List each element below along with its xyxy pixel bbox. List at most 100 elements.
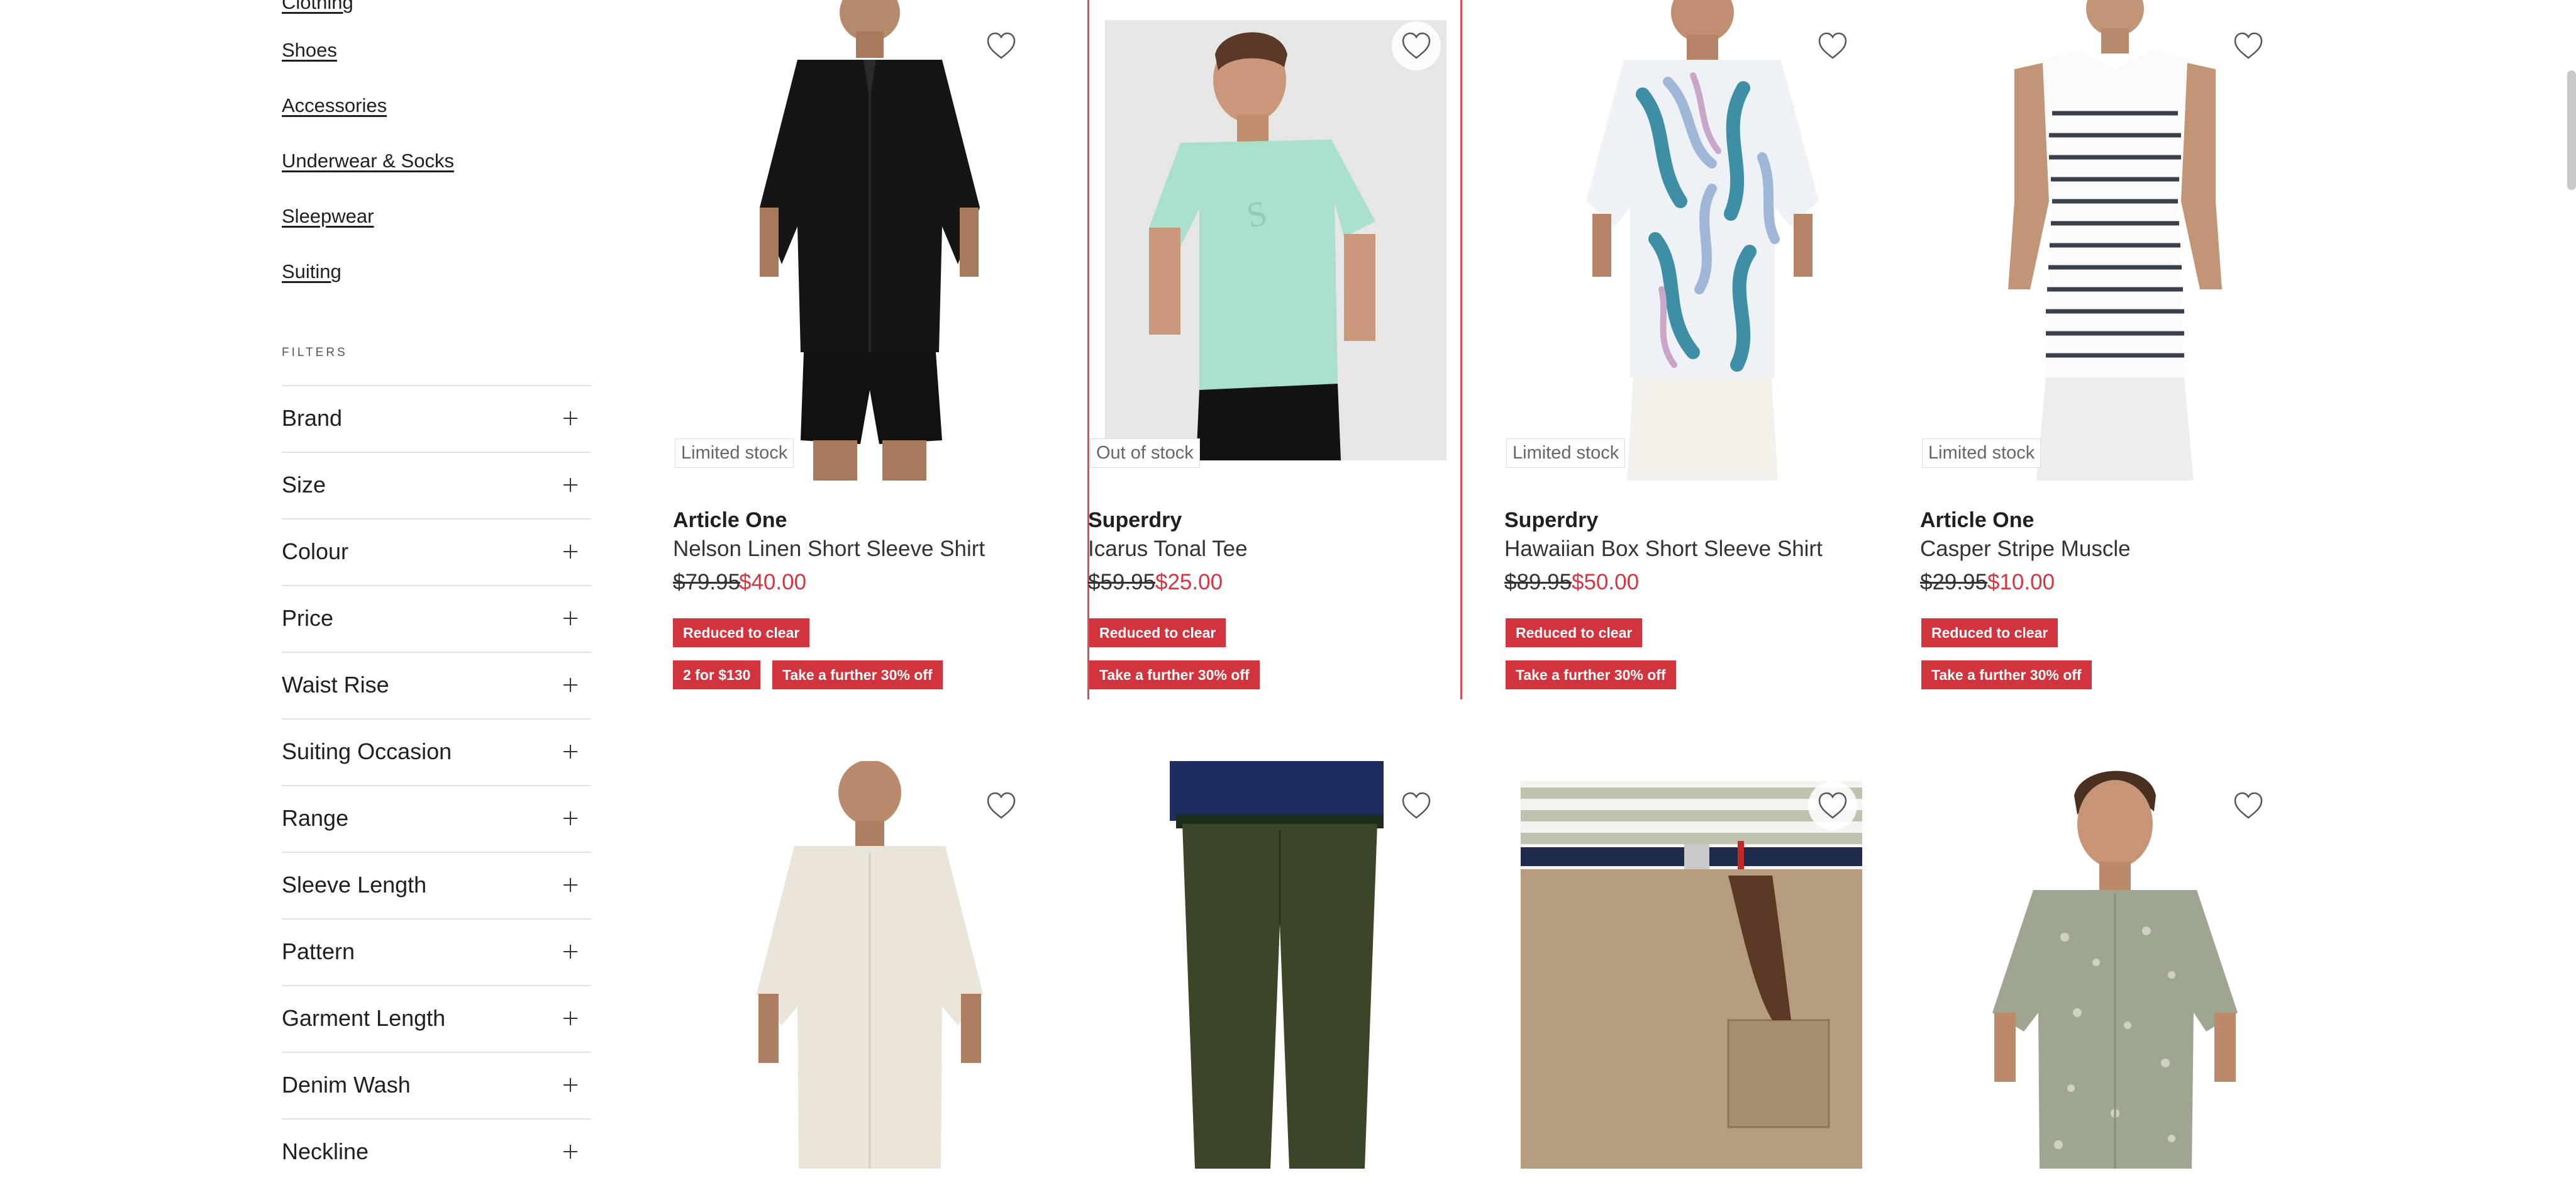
category-link-underwear-socks[interactable]: Underwear & Socks bbox=[282, 150, 454, 172]
filter-size[interactable]: Size bbox=[282, 452, 591, 518]
stock-badge: Limited stock bbox=[1506, 438, 1626, 468]
filters-heading: FILTERS bbox=[282, 346, 348, 359]
category-link-shoes[interactable]: Shoes bbox=[282, 39, 337, 62]
cargo-shorts-image bbox=[1521, 781, 1862, 1169]
wishlist-button[interactable] bbox=[977, 781, 1026, 830]
wishlist-button[interactable] bbox=[1808, 781, 1857, 830]
page-scrollbar[interactable] bbox=[2567, 70, 2576, 190]
filter-label: Size bbox=[282, 472, 326, 498]
original-price: $29.95 bbox=[1920, 570, 1988, 594]
wishlist-button[interactable] bbox=[1392, 781, 1441, 830]
mint-tee-image: S bbox=[1105, 20, 1446, 460]
product-brand: Article One bbox=[1920, 508, 2035, 532]
black-linen-shirt-image bbox=[672, 0, 1062, 481]
wishlist-button[interactable] bbox=[977, 21, 1026, 70]
wishlist-button[interactable] bbox=[1808, 21, 1857, 70]
promo-badge-further-off: Take a further 30% off bbox=[772, 660, 943, 689]
product-name[interactable]: Icarus Tonal Tee bbox=[1088, 537, 1248, 562]
filter-colour[interactable]: Colour bbox=[282, 518, 591, 585]
category-link-accessories[interactable]: Accessories bbox=[282, 94, 387, 117]
filter-label: Pattern bbox=[282, 938, 355, 964]
plus-icon bbox=[564, 745, 577, 759]
original-price: $59.95 bbox=[1088, 570, 1156, 594]
plus-icon bbox=[564, 545, 577, 559]
product-name[interactable]: Hawaiian Box Short Sleeve Shirt bbox=[1504, 537, 1823, 562]
promo-badge-further-off: Take a further 30% off bbox=[1506, 660, 1676, 689]
plus-icon bbox=[564, 611, 577, 625]
filter-label: Sleeve Length bbox=[282, 872, 427, 898]
filter-label: Colour bbox=[282, 538, 349, 564]
product-image[interactable] bbox=[672, 0, 1062, 481]
heart-icon bbox=[987, 32, 1016, 59]
heart-icon bbox=[987, 792, 1016, 819]
sale-price: $50.00 bbox=[1572, 570, 1640, 594]
filter-pattern[interactable]: Pattern bbox=[282, 918, 591, 985]
filter-garment-length[interactable]: Garment Length bbox=[282, 985, 591, 1052]
promo-badge-bundle: 2 for $130 bbox=[673, 660, 761, 689]
product-image[interactable] bbox=[1920, 0, 2310, 481]
wishlist-button[interactable] bbox=[2224, 21, 2273, 70]
filter-denim-wash[interactable]: Denim Wash bbox=[282, 1052, 591, 1118]
promo-badge-reduced: Reduced to clear bbox=[1921, 618, 2058, 647]
filter-label: Price bbox=[282, 605, 334, 631]
product-brand: Article One bbox=[673, 508, 787, 532]
plus-icon bbox=[564, 945, 577, 959]
hawaiian-shirt-image bbox=[1504, 0, 1894, 481]
product-name[interactable]: Nelson Linen Short Sleeve Shirt bbox=[673, 537, 985, 562]
product-name[interactable]: Casper Stripe Muscle bbox=[1920, 537, 2131, 562]
product-image[interactable] bbox=[1504, 0, 1894, 481]
category-link-clothing[interactable]: Clothing bbox=[282, 0, 353, 14]
product-brand: Superdry bbox=[1088, 508, 1182, 532]
plus-icon bbox=[564, 478, 577, 492]
wishlist-button[interactable] bbox=[2224, 781, 2273, 830]
sale-price: $25.00 bbox=[1155, 570, 1223, 594]
filter-brand[interactable]: Brand bbox=[282, 385, 591, 452]
wishlist-button[interactable] bbox=[1392, 21, 1441, 70]
heart-icon bbox=[2234, 32, 2263, 59]
stock-badge: Limited stock bbox=[1922, 438, 2041, 468]
category-link-suiting[interactable]: Suiting bbox=[282, 260, 341, 283]
original-price: $79.95 bbox=[673, 570, 741, 594]
filter-label: Range bbox=[282, 805, 349, 831]
promo-badge-further-off: Take a further 30% off bbox=[1089, 660, 1260, 689]
promo-badge-reduced: Reduced to clear bbox=[673, 618, 810, 647]
category-link-sleepwear[interactable]: Sleepwear bbox=[282, 205, 374, 228]
plus-icon bbox=[564, 678, 577, 692]
heart-icon bbox=[1402, 792, 1431, 819]
product-brand: Superdry bbox=[1504, 508, 1599, 532]
filter-label: Garment Length bbox=[282, 1005, 446, 1031]
filter-price[interactable]: Price bbox=[282, 585, 591, 652]
product-image[interactable]: S bbox=[1105, 20, 1446, 460]
heart-icon bbox=[1818, 32, 1847, 59]
filter-suiting-occasion[interactable]: Suiting Occasion bbox=[282, 718, 591, 785]
promo-badge-reduced: Reduced to clear bbox=[1089, 618, 1226, 647]
stock-badge: Out of stock bbox=[1090, 438, 1200, 468]
heart-icon bbox=[1818, 792, 1847, 819]
original-price: $89.95 bbox=[1504, 570, 1572, 594]
filter-label: Brand bbox=[282, 405, 343, 431]
filter-label: Neckline bbox=[282, 1138, 369, 1164]
product-image[interactable] bbox=[1521, 781, 1862, 1169]
heart-icon bbox=[1402, 32, 1431, 59]
plus-icon bbox=[564, 811, 577, 825]
filter-label: Suiting Occasion bbox=[282, 738, 452, 764]
filter-label: Waist Rise bbox=[282, 672, 389, 698]
stripe-muscle-image bbox=[1920, 0, 2310, 481]
filter-range[interactable]: Range bbox=[282, 785, 591, 852]
plus-icon bbox=[564, 1078, 577, 1092]
filter-neckline[interactable]: Neckline bbox=[282, 1118, 591, 1185]
promo-badge-further-off: Take a further 30% off bbox=[1921, 660, 2092, 689]
plus-icon bbox=[564, 1145, 577, 1159]
stock-badge: Limited stock bbox=[675, 438, 794, 468]
filter-sleeve-length[interactable]: Sleeve Length bbox=[282, 852, 591, 918]
focus-outline-right bbox=[1460, 0, 1462, 699]
sale-price: $40.00 bbox=[739, 570, 807, 594]
promo-badge-reduced: Reduced to clear bbox=[1506, 618, 1643, 647]
filter-label: Denim Wash bbox=[282, 1072, 411, 1098]
plus-icon bbox=[564, 411, 577, 425]
plus-icon bbox=[564, 878, 577, 892]
filter-waist-rise[interactable]: Waist Rise bbox=[282, 652, 591, 718]
sale-price: $10.00 bbox=[1987, 570, 2055, 594]
plus-icon bbox=[564, 1011, 577, 1025]
heart-icon bbox=[2234, 792, 2263, 819]
